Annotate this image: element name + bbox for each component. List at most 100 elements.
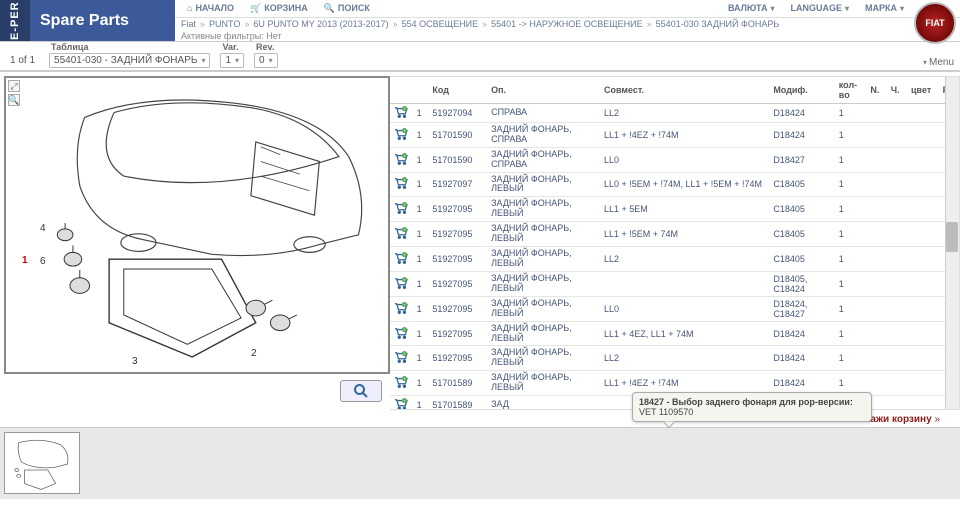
cell-compat: LL2 (600, 346, 769, 371)
add-to-cart-icon[interactable]: + (394, 327, 408, 339)
cell-code[interactable]: 51927095 (428, 246, 487, 271)
cell-modif[interactable]: D18424, C18427 (769, 296, 834, 321)
cell-modif[interactable]: D18427 (769, 147, 834, 172)
cell-code[interactable]: 51701590 (428, 147, 487, 172)
cell-code[interactable]: 51701589 (428, 371, 487, 396)
chevron-down-icon: ▾ (269, 56, 273, 65)
cell-code[interactable]: 51927095 (428, 222, 487, 247)
add-to-cart-icon[interactable]: + (394, 277, 408, 289)
add-to-cart-icon[interactable]: + (394, 202, 408, 214)
add-to-cart-icon[interactable]: + (394, 398, 408, 410)
cell-code[interactable]: 51927095 (428, 197, 487, 222)
col-color[interactable]: цвет (907, 77, 939, 104)
diagram-viewer[interactable]: ⤢ 🔍 (4, 76, 390, 374)
cell-num: 1 (413, 371, 429, 396)
nav-brand[interactable]: МАРКА▾ (859, 3, 910, 13)
cell-modif[interactable]: D18405, C18424 (769, 271, 834, 296)
add-to-cart-icon[interactable]: + (394, 128, 408, 140)
logo-eper: E-PER (0, 0, 30, 41)
cell-qty: 1 (835, 123, 867, 148)
cell-code[interactable]: 51701589 (428, 396, 487, 410)
diagram-callout-2[interactable]: 2 (251, 348, 257, 359)
cell-code[interactable]: 51927095 (428, 321, 487, 346)
cell-desc: ЗАДНИЙ ФОНАРЬ, ЛЕВЫЙ (487, 346, 600, 371)
cell-modif[interactable]: C18405 (769, 222, 834, 247)
diagram-callout-3[interactable]: 3 (132, 356, 138, 367)
cell-modif[interactable]: D18424 (769, 321, 834, 346)
reset-zoom-icon[interactable]: ⤢ (8, 80, 20, 92)
cell-code[interactable]: 51927094 (428, 104, 487, 123)
col-qty[interactable]: кол-во (835, 77, 867, 104)
add-to-cart-icon[interactable]: + (394, 153, 408, 165)
col-n[interactable]: N. (866, 77, 886, 104)
active-filters: Активные фильтры: Нет (175, 31, 960, 41)
rev-select[interactable]: 0▾ (254, 53, 278, 68)
table-row[interactable]: +151927094СПРАВАLL2D184241 (390, 104, 959, 123)
add-to-cart-icon[interactable]: + (394, 227, 408, 239)
crumb-0[interactable]: Fiat (181, 19, 196, 29)
col-ch[interactable]: Ч. (887, 77, 907, 104)
cell-code[interactable]: 51927095 (428, 346, 487, 371)
table-row[interactable]: +151927095ЗАДНИЙ ФОНАРЬ, ЛЕВЫЙLL2C184051 (390, 246, 959, 271)
crumb-1[interactable]: PUNTO (209, 19, 240, 29)
crumb-2[interactable]: 6U PUNTO MY 2013 (2013-2017) (253, 19, 388, 29)
table-select[interactable]: 55401-030 - ЗАДНИЙ ФОНАРЬ▾ (49, 53, 210, 68)
nav-cart[interactable]: 🛒КОРЗИНА (244, 3, 314, 14)
table-row[interactable]: +151701590ЗАДНИЙ ФОНАРЬ, СПРАВАLL1 + !4E… (390, 123, 959, 148)
table-row[interactable]: +151927095ЗАДНИЙ ФОНАРЬ, ЛЕВЫЙLL2D184241 (390, 346, 959, 371)
table-row[interactable]: +151927095ЗАДНИЙ ФОНАРЬ, ЛЕВЫЙD18405, C1… (390, 271, 959, 296)
cell-code[interactable]: 51927095 (428, 271, 487, 296)
table-row[interactable]: +151927095ЗАДНИЙ ФОНАРЬ, ЛЕВЫЙLL0D18424,… (390, 296, 959, 321)
table-row[interactable]: +151927095ЗАДНИЙ ФОНАРЬ, ЛЕВЫЙLL1 + 4EZ,… (390, 321, 959, 346)
cell-modif[interactable]: D18424 (769, 104, 834, 123)
crumb-5[interactable]: 55401-030 ЗАДНИЙ ФОНАРЬ (656, 19, 780, 29)
add-to-cart-icon[interactable]: + (394, 177, 408, 189)
cell-num: 1 (413, 123, 429, 148)
diagram-callout-1[interactable]: 1 (22, 255, 28, 266)
cell-qty: 1 (835, 104, 867, 123)
col-op[interactable]: Оп. (487, 77, 600, 104)
cell-modif[interactable]: D18424 (769, 123, 834, 148)
cell-code[interactable]: 51927095 (428, 296, 487, 321)
cell-modif[interactable]: C18405 (769, 172, 834, 197)
cell-compat (600, 271, 769, 296)
crumb-4[interactable]: 55401 -> НАРУЖНОЕ ОСВЕЩЕНИЕ (491, 19, 643, 29)
magnifier-icon (353, 383, 369, 399)
add-to-cart-icon[interactable]: + (394, 351, 408, 363)
cell-modif[interactable]: D18424 (769, 346, 834, 371)
nav-search[interactable]: 🔍ПОИСК (318, 3, 376, 14)
cell-code[interactable]: 51927097 (428, 172, 487, 197)
cell-modif[interactable]: C18405 (769, 246, 834, 271)
var-select[interactable]: 1▾ (220, 53, 244, 68)
table-row[interactable]: +151701590ЗАДНИЙ ФОНАРЬ, СПРАВАLL0D18427… (390, 147, 959, 172)
add-to-cart-icon[interactable]: + (394, 302, 408, 314)
crumb-3[interactable]: 554 ОСВЕЩЕНИЕ (402, 19, 478, 29)
nav-currency[interactable]: ВАЛЮТА▾ (722, 3, 780, 13)
nav-language[interactable]: LANGUAGE▾ (784, 3, 855, 13)
col-compat[interactable]: Совмест. (600, 77, 769, 104)
nav-home[interactable]: ⌂НАЧАЛО (181, 3, 240, 14)
parts-table: Код Оп. Совмест. Модиф. кол-во N. Ч. цве… (390, 76, 960, 410)
table-row[interactable]: +151927095ЗАДНИЙ ФОНАРЬ, ЛЕВЫЙLL1 + !5EM… (390, 222, 959, 247)
diagram-search-button[interactable] (340, 380, 382, 402)
col-modif[interactable]: Модиф. (769, 77, 834, 104)
toolbar: 1 of 1 Таблица55401-030 - ЗАДНИЙ ФОНАРЬ▾… (0, 42, 960, 72)
cell-modif[interactable]: C18405 (769, 197, 834, 222)
chevron-down-icon: ▾ (900, 4, 904, 13)
diagram-callout-6[interactable]: 6 (40, 256, 46, 267)
menu-dropdown[interactable]: ▾Menu (923, 57, 954, 68)
cell-desc: ЗАДНИЙ ФОНАРЬ, СПРАВА (487, 147, 600, 172)
col-code[interactable]: Код (428, 77, 487, 104)
add-to-cart-icon[interactable]: + (394, 376, 408, 388)
table-row[interactable]: +151927095ЗАДНИЙ ФОНАРЬ, ЛЕВЫЙLL1 + 5EMC… (390, 197, 959, 222)
table-scrollbar[interactable] (945, 77, 959, 409)
zoom-in-icon[interactable]: 🔍 (8, 94, 20, 106)
cell-qty: 1 (835, 296, 867, 321)
table-row[interactable]: +151927097ЗАДНИЙ ФОНАРЬ, ЛЕВЫЙLL0 + !5EM… (390, 172, 959, 197)
diagram-callout-4[interactable]: 4 (40, 223, 46, 234)
add-to-cart-icon[interactable]: + (394, 252, 408, 264)
scrollbar-thumb[interactable] (946, 222, 958, 252)
diagram-thumbnail[interactable] (4, 432, 80, 494)
cell-code[interactable]: 51701590 (428, 123, 487, 148)
add-to-cart-icon[interactable]: + (394, 106, 408, 118)
